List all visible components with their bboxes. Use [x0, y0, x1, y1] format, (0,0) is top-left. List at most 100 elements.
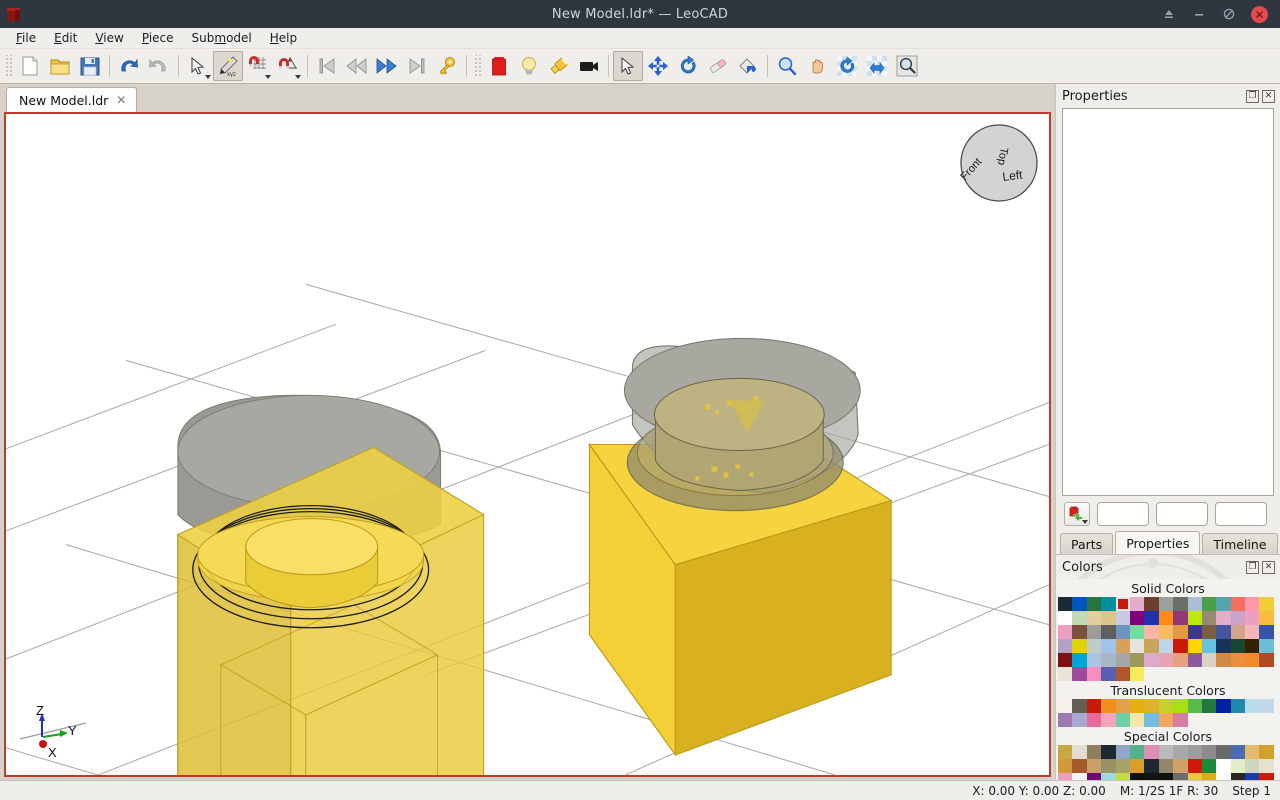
open-file-button[interactable] [45, 51, 75, 81]
color-swatch[interactable] [1086, 745, 1102, 759]
color-swatch[interactable] [1259, 759, 1274, 773]
color-swatch[interactable] [1158, 611, 1174, 625]
color-swatch[interactable] [1129, 625, 1145, 639]
float-icon[interactable]: ❐ [1246, 560, 1259, 574]
color-swatch[interactable] [1058, 639, 1073, 653]
select-tool-button[interactable] [183, 51, 213, 81]
color-swatch[interactable] [1115, 625, 1130, 639]
color-swatch[interactable] [1259, 597, 1274, 611]
color-swatch[interactable] [1144, 653, 1159, 667]
color-swatch[interactable] [1129, 699, 1145, 713]
color-swatch[interactable] [1201, 611, 1217, 625]
color-swatch[interactable] [1115, 611, 1130, 625]
minimize-icon[interactable] [1191, 6, 1207, 22]
next-step-button[interactable] [372, 51, 402, 81]
color-swatch[interactable] [1101, 653, 1116, 667]
color-swatch[interactable] [1201, 745, 1217, 759]
color-swatch[interactable] [1230, 625, 1246, 639]
snap-angle-button[interactable] [273, 51, 303, 81]
color-swatch[interactable] [1058, 611, 1073, 625]
menu-file[interactable]: File [7, 29, 45, 47]
color-swatch[interactable] [1058, 653, 1073, 667]
color-swatch[interactable] [1129, 759, 1145, 773]
maximize-icon[interactable] [1221, 6, 1237, 22]
color-swatch[interactable] [1115, 597, 1130, 611]
roll-tool-button[interactable] [862, 51, 892, 81]
color-swatch[interactable] [1115, 639, 1130, 653]
color-swatch[interactable] [1086, 773, 1102, 780]
color-swatch[interactable] [1158, 699, 1174, 713]
color-swatch[interactable] [1086, 759, 1102, 773]
color-swatch[interactable] [1173, 639, 1188, 653]
add-spotlight-button[interactable] [544, 51, 574, 81]
color-swatch[interactable] [1245, 699, 1260, 713]
color-swatch[interactable] [1230, 745, 1246, 759]
color-swatch[interactable] [1201, 699, 1217, 713]
color-swatch[interactable] [1259, 773, 1274, 780]
swatch-grid-translucent[interactable] [1056, 699, 1280, 727]
color-swatch[interactable] [1187, 773, 1202, 780]
action-select-button[interactable] [613, 51, 643, 81]
color-swatch[interactable] [1173, 699, 1188, 713]
color-swatch[interactable] [1101, 773, 1116, 780]
color-swatch[interactable] [1259, 653, 1274, 667]
color-swatch[interactable] [1144, 713, 1159, 727]
color-swatch[interactable] [1072, 667, 1087, 681]
action-move-button[interactable] [643, 51, 673, 81]
color-swatch[interactable] [1144, 773, 1159, 780]
color-swatch[interactable] [1072, 713, 1087, 727]
color-swatch[interactable] [1129, 653, 1145, 667]
color-swatch[interactable] [1259, 611, 1274, 625]
color-swatch[interactable] [1129, 667, 1145, 681]
color-swatch[interactable] [1216, 639, 1231, 653]
color-swatch[interactable] [1101, 667, 1116, 681]
action-rotate-button[interactable] [673, 51, 703, 81]
color-swatch[interactable] [1115, 699, 1130, 713]
color-swatch[interactable] [1115, 759, 1130, 773]
transform-tool-button[interactable]: xyz [213, 51, 243, 81]
color-swatch[interactable] [1144, 597, 1159, 611]
snap-grid-button[interactable] [243, 51, 273, 81]
color-swatch[interactable] [1086, 699, 1102, 713]
color-swatch[interactable] [1216, 611, 1231, 625]
tab-timeline[interactable]: Timeline [1202, 533, 1278, 554]
color-swatch[interactable] [1115, 713, 1130, 727]
color-swatch[interactable] [1129, 639, 1145, 653]
color-swatch[interactable] [1187, 597, 1202, 611]
color-swatch[interactable] [1101, 699, 1116, 713]
color-swatch[interactable] [1058, 699, 1073, 713]
color-swatch[interactable] [1144, 745, 1159, 759]
piece-color-button[interactable] [1064, 502, 1090, 526]
color-swatch[interactable] [1216, 653, 1231, 667]
color-swatch[interactable] [1058, 759, 1073, 773]
color-swatch[interactable] [1158, 625, 1174, 639]
color-swatch[interactable] [1086, 667, 1102, 681]
color-swatch[interactable] [1058, 667, 1073, 681]
color-swatch[interactable] [1129, 611, 1145, 625]
color-swatch[interactable] [1173, 611, 1188, 625]
color-swatch[interactable] [1216, 699, 1231, 713]
color-swatch[interactable] [1058, 625, 1073, 639]
color-swatch[interactable] [1173, 653, 1188, 667]
color-swatch[interactable] [1158, 773, 1174, 780]
first-step-button[interactable] [312, 51, 342, 81]
undo-button[interactable] [114, 51, 144, 81]
color-swatch[interactable] [1230, 653, 1246, 667]
color-palette[interactable]: Solid Colors Translucent Colors Special … [1056, 579, 1280, 780]
menu-piece[interactable]: Piece [133, 29, 183, 47]
tab-parts[interactable]: Parts [1060, 533, 1114, 554]
color-swatch[interactable] [1187, 759, 1202, 773]
color-swatch[interactable] [1201, 597, 1217, 611]
color-swatch[interactable] [1230, 611, 1246, 625]
add-camera-button[interactable] [574, 51, 604, 81]
add-brick-button[interactable] [484, 51, 514, 81]
new-file-button[interactable] [15, 51, 45, 81]
color-swatch[interactable] [1201, 625, 1217, 639]
toolbar-grip[interactable] [5, 55, 12, 77]
save-file-button[interactable] [75, 51, 105, 81]
color-swatch[interactable] [1086, 653, 1102, 667]
close-icon[interactable]: ✕ [1262, 89, 1275, 103]
redo-button[interactable] [144, 51, 174, 81]
color-swatch[interactable] [1201, 773, 1217, 780]
color-swatch[interactable] [1115, 745, 1130, 759]
